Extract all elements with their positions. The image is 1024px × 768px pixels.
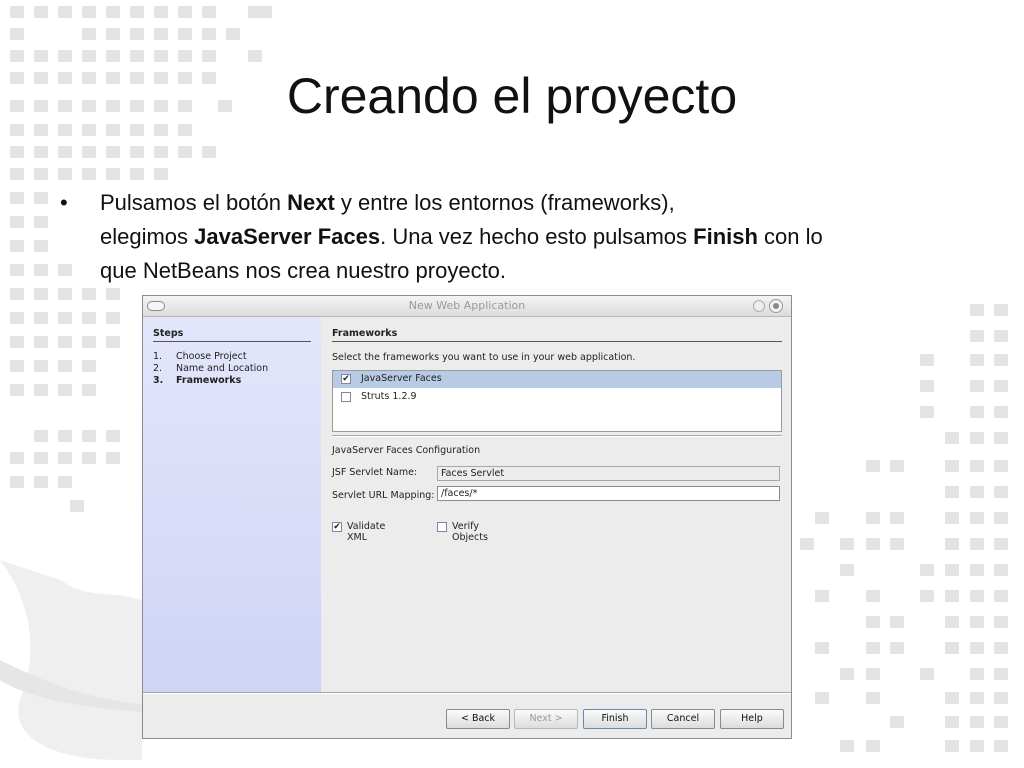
url-mapping-label: Servlet URL Mapping:: [332, 490, 435, 501]
step-number: 1.: [153, 351, 163, 362]
cancel-button[interactable]: Cancel: [651, 709, 715, 729]
framework-label: JavaServer Faces: [361, 373, 442, 384]
frameworks-list[interactable]: ✔ JavaServer Faces Struts 1.2.9: [332, 370, 782, 432]
bullet-text: Pulsamos el botón Next y entre los entor…: [100, 186, 960, 288]
step-choose-project: 1. Choose Project: [153, 351, 247, 362]
verify-objects-checkbox[interactable]: [437, 522, 447, 532]
struts-checkbox[interactable]: [341, 392, 351, 402]
step-label: Name and Location: [176, 363, 269, 374]
next-button[interactable]: Next >: [514, 709, 578, 729]
bullet-text-5: con lo: [757, 224, 823, 249]
verify-objects-label: Verify Objects: [452, 521, 488, 543]
steps-panel: Steps 1. Choose Project 2. Name and Locati…: [143, 317, 322, 692]
frameworks-description: Select the frameworks you want to use in…: [332, 352, 636, 363]
step-frameworks: 3. Frameworks: [153, 375, 241, 386]
validate-xml-label: Validate XML: [347, 521, 386, 543]
bullet-text-1: Pulsamos el botón: [100, 190, 288, 215]
url-mapping-input[interactable]: /faces/*: [437, 486, 780, 501]
framework-label: Struts 1.2.9: [361, 391, 417, 402]
bullet-text-6: que NetBeans nos crea nuestro proyecto.: [100, 258, 507, 283]
bullet-bold-finish: Finish: [693, 224, 758, 249]
footer-separator: [143, 692, 791, 694]
close-icon[interactable]: [769, 299, 783, 313]
back-button[interactable]: < Back: [446, 709, 510, 729]
step-label: Choose Project: [176, 351, 247, 362]
dialog-titlebar[interactable]: New Web Application: [143, 296, 791, 317]
step-name-and-location: 2. Name and Location: [153, 363, 268, 374]
bullet-paragraph: • Pulsamos el botón Next y entre los ent…: [60, 186, 960, 288]
frameworks-heading: Frameworks: [332, 328, 782, 342]
dialog-title: New Web Application: [408, 299, 526, 312]
steps-heading: Steps: [153, 328, 311, 342]
bullet-text-3: elegimos: [100, 224, 195, 249]
new-web-application-dialog: New Web Application Steps 1. Choose Proje…: [142, 295, 792, 739]
validate-xml-checkbox[interactable]: ✔: [332, 522, 342, 532]
slide-title: Creando el proyecto: [286, 68, 738, 124]
step-label: Frameworks: [176, 375, 242, 386]
frameworks-panel: Frameworks Select the frameworks you wan…: [321, 317, 791, 692]
step-number: 2.: [153, 363, 163, 374]
servlet-name-label: JSF Servlet Name:: [332, 467, 418, 478]
bullet-text-2: y entre los entornos (frameworks),: [334, 190, 675, 215]
bullet-bold-next: Next: [287, 190, 335, 215]
framework-row-jsf[interactable]: ✔ JavaServer Faces: [333, 371, 781, 388]
minimize-icon[interactable]: [753, 300, 765, 312]
bullet-marker: •: [60, 190, 68, 215]
jsf-checkbox[interactable]: ✔: [341, 374, 351, 384]
bullet-text-4: . Una vez hecho esto pulsamos: [380, 224, 694, 249]
step-number: 3.: [153, 375, 164, 386]
section-separator: [332, 435, 782, 437]
finish-button[interactable]: Finish: [583, 709, 647, 729]
help-button[interactable]: Help: [720, 709, 784, 729]
bullet-bold-jsf: JavaServer Faces: [194, 224, 381, 249]
framework-row-struts[interactable]: Struts 1.2.9: [333, 389, 781, 406]
jsf-config-heading: JavaServer Faces Configuration: [332, 445, 481, 456]
servlet-name-field[interactable]: Faces Servlet: [437, 466, 780, 481]
